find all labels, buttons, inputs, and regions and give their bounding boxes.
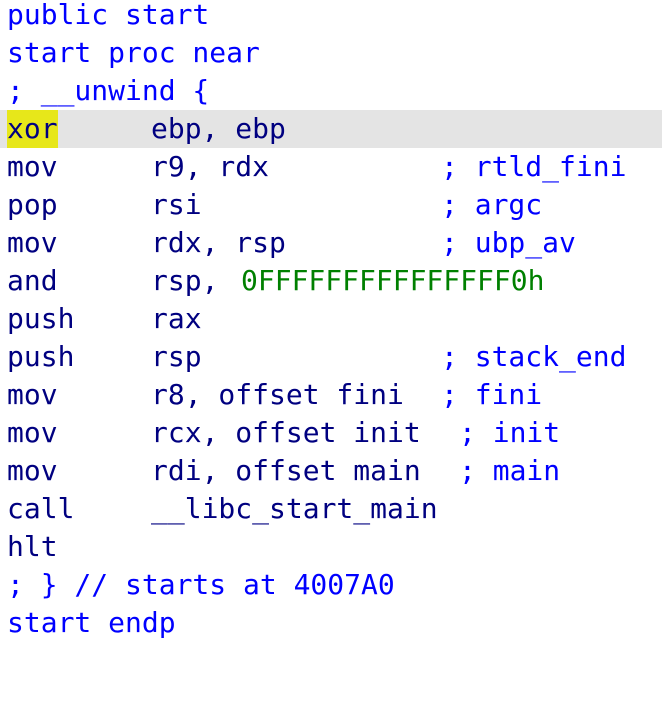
instruction-operands[interactable]: rsi: [151, 186, 202, 224]
instruction-line-xor[interactable]: xor ebp, ebp: [0, 110, 662, 148]
instruction-operands[interactable]: rdx, rsp: [151, 224, 286, 262]
unwind-comment-line[interactable]: ; __unwind {: [0, 72, 662, 110]
instruction-mnemonic[interactable]: push: [7, 300, 74, 338]
instruction-mnemonic[interactable]: mov: [7, 224, 58, 262]
instruction-operands[interactable]: rcx, offset init: [151, 414, 421, 452]
end-comment[interactable]: ; } // starts at 4007A0: [7, 566, 395, 604]
proc-declaration-line[interactable]: start proc near: [0, 34, 662, 72]
immediate-value[interactable]: 0FFFFFFFFFFFFFFF0h: [241, 262, 544, 300]
unwind-comment[interactable]: ; __unwind {: [7, 72, 209, 110]
instruction-mnemonic[interactable]: mov: [7, 148, 58, 186]
instruction-line[interactable]: mov rcx, offset init ; init: [0, 414, 662, 452]
instruction-comment[interactable]: ; stack_end: [441, 338, 626, 376]
disassembly-view[interactable]: public start start proc near ; __unwind …: [0, 0, 662, 647]
instruction-operands[interactable]: rax: [151, 300, 202, 338]
instruction-comment[interactable]: ; argc: [441, 186, 542, 224]
instruction-mnemonic[interactable]: mov: [7, 452, 58, 490]
instruction-mnemonic[interactable]: pop: [7, 186, 58, 224]
instruction-mnemonic[interactable]: call: [7, 490, 74, 528]
instruction-operands[interactable]: ebp, ebp: [151, 110, 286, 148]
instruction-comment[interactable]: ; rtld_fini: [441, 148, 626, 186]
instruction-comment[interactable]: ; init: [459, 414, 560, 452]
instruction-line[interactable]: mov rdi, offset main ; main: [0, 452, 662, 490]
instruction-line[interactable]: hlt: [0, 528, 662, 566]
proc-declaration[interactable]: start proc near: [7, 34, 260, 72]
instruction-comment[interactable]: ; main: [459, 452, 560, 490]
instruction-mnemonic[interactable]: mov: [7, 414, 58, 452]
instruction-operands[interactable]: rdi, offset main: [151, 452, 421, 490]
instruction-mnemonic[interactable]: mov: [7, 376, 58, 414]
public-declaration-line[interactable]: public start: [0, 0, 662, 34]
instruction-operands[interactable]: rsp: [151, 338, 202, 376]
instruction-operands[interactable]: r8, offset fini: [151, 376, 404, 414]
instruction-line[interactable]: and rsp, 0FFFFFFFFFFFFFFF0h: [0, 262, 662, 300]
end-comment-line[interactable]: ; } // starts at 4007A0: [0, 566, 662, 604]
instruction-line[interactable]: push rax: [0, 300, 662, 338]
instruction-mnemonic-highlighted[interactable]: xor: [7, 110, 58, 148]
instruction-line[interactable]: mov r9, rdx ; rtld_fini: [0, 148, 662, 186]
instruction-operands[interactable]: rsp,: [151, 262, 235, 300]
instruction-line[interactable]: push rsp ; stack_end: [0, 338, 662, 376]
instruction-line[interactable]: mov rdx, rsp ; ubp_av: [0, 224, 662, 262]
instruction-comment[interactable]: ; fini: [441, 376, 542, 414]
endp-declaration[interactable]: start endp: [7, 604, 176, 642]
instruction-mnemonic[interactable]: hlt: [7, 528, 58, 566]
instruction-mnemonic[interactable]: and: [7, 262, 58, 300]
instruction-mnemonic[interactable]: push: [7, 338, 74, 376]
call-target[interactable]: __libc_start_main: [151, 490, 438, 528]
public-declaration[interactable]: public start: [7, 0, 209, 34]
instruction-comment[interactable]: ; ubp_av: [441, 224, 576, 262]
endp-line[interactable]: start endp: [0, 604, 662, 642]
instruction-line[interactable]: call __libc_start_main: [0, 490, 662, 528]
instruction-operands[interactable]: r9, rdx: [151, 148, 269, 186]
instruction-line[interactable]: pop rsi ; argc: [0, 186, 662, 224]
instruction-line[interactable]: mov r8, offset fini ; fini: [0, 376, 662, 414]
